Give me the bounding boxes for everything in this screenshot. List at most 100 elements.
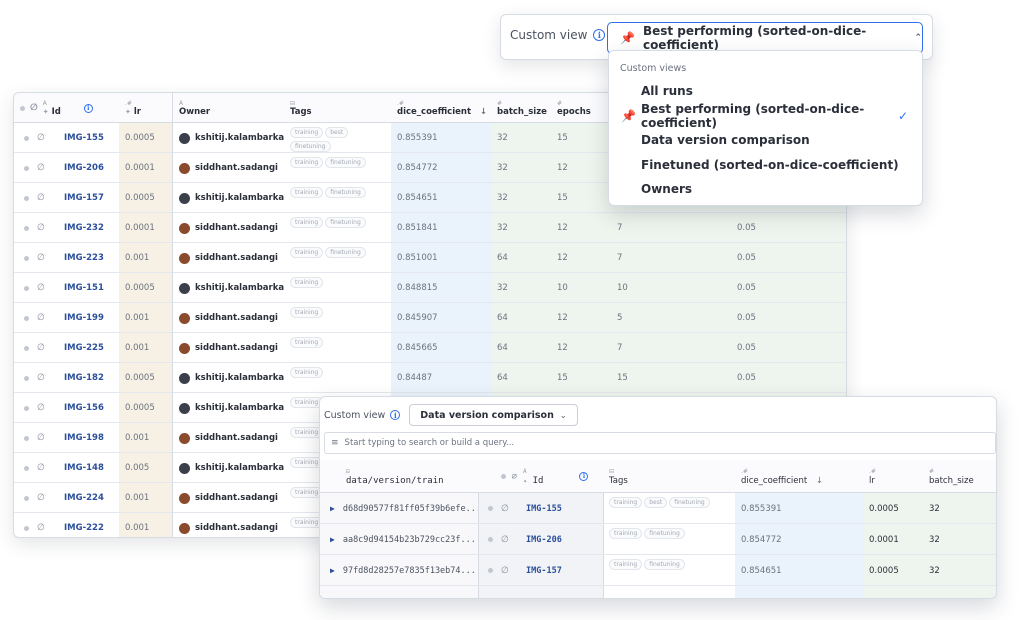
table-row[interactable]: ∅ IMG-223 0.001 siddhant.sadangi training fin… bbox=[14, 243, 846, 273]
eye-off-icon[interactable]: ∅ bbox=[37, 433, 45, 443]
lr-value: 0.0001 bbox=[125, 163, 155, 173]
run-id-link[interactable]: IMG-151 bbox=[58, 273, 119, 303]
run-id-link[interactable]: IMG-156 bbox=[58, 393, 119, 423]
run-id-link[interactable]: IMG-182 bbox=[58, 363, 119, 393]
header-batch-size[interactable]: # batch_size bbox=[491, 93, 551, 123]
run-id-link[interactable]: IMG-222 bbox=[58, 513, 119, 537]
eye-off-icon[interactable]: ∅ bbox=[37, 403, 45, 413]
menu-item-owners[interactable]: Owners bbox=[609, 177, 922, 201]
menu-item-data-version-comparison[interactable]: Data version comparison bbox=[609, 128, 922, 152]
caret-right-icon[interactable]: ▶ bbox=[330, 504, 335, 513]
eye-off-icon[interactable]: ∅ bbox=[37, 253, 45, 263]
query-search-bar[interactable]: ≡ Start typing to search or build a quer… bbox=[324, 432, 996, 454]
tag-chip[interactable]: training bbox=[290, 337, 324, 348]
eye-off-icon[interactable]: ∅ bbox=[501, 566, 509, 576]
header-lr[interactable]: .# lr bbox=[863, 460, 923, 493]
eye-off-icon[interactable]: ∅ bbox=[37, 283, 45, 293]
info-icon[interactable]: i bbox=[83, 103, 93, 113]
header-id[interactable]: ∅ A ✦ Id i bbox=[480, 460, 603, 493]
eye-off-icon[interactable]: ∅ bbox=[37, 193, 45, 203]
table-row[interactable]: ▶ aa8c9d94154b23b729cc23f... ∅ IMG-206 train… bbox=[320, 524, 996, 555]
table-row[interactable]: ∅ IMG-182 0.0005 kshitij.kalambarkar trainin… bbox=[14, 363, 846, 393]
data-version-cell[interactable]: ▶ 97fd8d28257e7835f13eb74... bbox=[324, 555, 478, 586]
eye-off-icon[interactable]: ∅ bbox=[37, 493, 45, 503]
header-epochs[interactable]: # epochs bbox=[551, 93, 611, 123]
header-owner[interactable]: A Owner bbox=[172, 93, 284, 123]
data-version-cell[interactable]: ▶ aa8c9d94154b23b729cc23f... bbox=[324, 524, 478, 555]
tag-chip[interactable]: training bbox=[290, 187, 324, 198]
menu-item-finetuned-sorted-on-dice-coefficient[interactable]: Finetuned (sorted-on-dice-coefficient) bbox=[609, 153, 922, 177]
tag-chip[interactable]: best bbox=[644, 497, 668, 508]
run-id-link[interactable]: IMG-199 bbox=[58, 303, 119, 333]
table-row[interactable]: ∅ IMG-151 0.0005 kshitij.kalambarkar trainin… bbox=[14, 273, 846, 303]
sort-desc-icon[interactable]: ↓ bbox=[480, 107, 487, 117]
tag-chip[interactable]: training bbox=[290, 367, 324, 378]
menu-item-all-runs[interactable]: All runs bbox=[609, 79, 922, 103]
table-row[interactable]: ▶ 97fd8d28257e7835f13eb74... ∅ IMG-157 train… bbox=[320, 555, 996, 586]
eye-off-icon[interactable]: ∅ bbox=[37, 163, 45, 173]
tag-chip[interactable]: finetuning bbox=[669, 497, 710, 508]
tag-chip[interactable]: training bbox=[290, 127, 324, 138]
run-id-link[interactable]: IMG-148 bbox=[58, 453, 119, 483]
tag-chip[interactable]: training bbox=[609, 528, 643, 539]
run-id-link[interactable]: IMG-225 bbox=[58, 333, 119, 363]
tag-chip[interactable]: finetuning bbox=[644, 559, 685, 570]
eye-off-icon[interactable]: ∅ bbox=[30, 103, 38, 113]
run-id-link[interactable]: IMG-157 bbox=[58, 183, 119, 213]
tag-chip[interactable]: training bbox=[609, 559, 643, 570]
eye-off-icon[interactable]: ∅ bbox=[37, 463, 45, 473]
table-row[interactable]: ∅ IMG-225 0.001 siddhant.sadangi training 0.8… bbox=[14, 333, 846, 363]
eye-off-icon[interactable]: ∅ bbox=[37, 343, 45, 353]
header-tags[interactable]: ⊟ Tags bbox=[284, 93, 391, 123]
run-id-link[interactable]: IMG-155 bbox=[520, 493, 603, 524]
caret-right-icon[interactable]: ▶ bbox=[330, 535, 335, 544]
tag-chip[interactable]: best bbox=[325, 127, 349, 138]
tag-chip[interactable]: training bbox=[290, 157, 324, 168]
run-id-link[interactable]: IMG-157 bbox=[520, 555, 603, 586]
overlay-custom-view-select[interactable]: Data version comparison ⌄ bbox=[409, 404, 578, 426]
info-icon[interactable]: i bbox=[593, 29, 606, 41]
tag-chip[interactable]: training bbox=[290, 277, 324, 288]
header-dice-coefficient[interactable]: .# dice_coefficient ↓ bbox=[391, 93, 491, 123]
run-id-link[interactable]: IMG-224 bbox=[58, 483, 119, 513]
eye-off-icon[interactable]: ∅ bbox=[37, 223, 45, 233]
caret-right-icon[interactable]: ▶ bbox=[330, 566, 335, 575]
tag-chip[interactable]: training bbox=[290, 247, 324, 258]
eye-off-icon[interactable]: ∅ bbox=[512, 472, 517, 482]
tag-chip[interactable]: finetuning bbox=[644, 528, 685, 539]
header-id[interactable]: ∅ A ✦ Id i bbox=[14, 93, 119, 123]
eye-off-icon[interactable]: ∅ bbox=[37, 133, 45, 143]
header-batch-size[interactable]: # batch_size bbox=[923, 460, 996, 493]
run-id-link[interactable]: IMG-206 bbox=[58, 153, 119, 183]
tag-chip[interactable]: finetuning bbox=[325, 187, 366, 198]
info-icon[interactable]: i bbox=[579, 472, 589, 481]
run-id-link[interactable]: IMG-206 bbox=[520, 524, 603, 555]
tag-chip[interactable]: training bbox=[609, 497, 643, 508]
eye-off-icon[interactable]: ∅ bbox=[37, 313, 45, 323]
run-id-link[interactable]: IMG-223 bbox=[58, 243, 119, 273]
tag-chip[interactable]: training bbox=[290, 307, 324, 318]
header-tags[interactable]: ⊟ Tags bbox=[603, 460, 735, 493]
eye-off-icon[interactable]: ∅ bbox=[501, 535, 509, 545]
header-data-version[interactable]: ⊟ data/version/train bbox=[340, 460, 478, 493]
table-row[interactable]: ∅ IMG-232 0.0001 siddhant.sadangi training fi… bbox=[14, 213, 846, 243]
eye-off-icon[interactable]: ∅ bbox=[37, 373, 45, 383]
tag-chip[interactable]: finetuning bbox=[325, 217, 366, 228]
tag-chip[interactable]: training bbox=[290, 217, 324, 228]
eye-off-icon[interactable]: ∅ bbox=[37, 523, 45, 533]
run-id-link[interactable]: IMG-155 bbox=[58, 123, 119, 153]
header-dice-coefficient[interactable]: .# dice_coefficient ↓ bbox=[735, 460, 863, 493]
tag-chip[interactable]: finetuning bbox=[325, 247, 366, 258]
info-icon[interactable]: i bbox=[390, 410, 401, 420]
menu-item-best-performing-sorted-on-dice-coefficient[interactable]: 📌 Best performing (sorted-on-dice-coeffic… bbox=[609, 102, 922, 130]
data-version-cell[interactable]: ▶ d68d90577f81ff05f39b6efe... bbox=[324, 493, 478, 524]
table-row[interactable]: ▶ d68d90577f81ff05f39b6efe... ∅ IMG-155 trai… bbox=[320, 493, 996, 524]
tag-chip[interactable]: finetuning bbox=[290, 141, 331, 152]
run-id-link[interactable]: IMG-198 bbox=[58, 423, 119, 453]
run-id-link[interactable]: IMG-232 bbox=[58, 213, 119, 243]
header-lr[interactable]: .# ✦ lr bbox=[119, 93, 172, 123]
eye-off-icon[interactable]: ∅ bbox=[501, 504, 509, 514]
sort-desc-icon[interactable]: ↓ bbox=[816, 476, 823, 486]
table-row[interactable]: ∅ IMG-199 0.001 siddhant.sadangi training 0.8… bbox=[14, 303, 846, 333]
tag-chip[interactable]: finetuning bbox=[325, 157, 366, 168]
